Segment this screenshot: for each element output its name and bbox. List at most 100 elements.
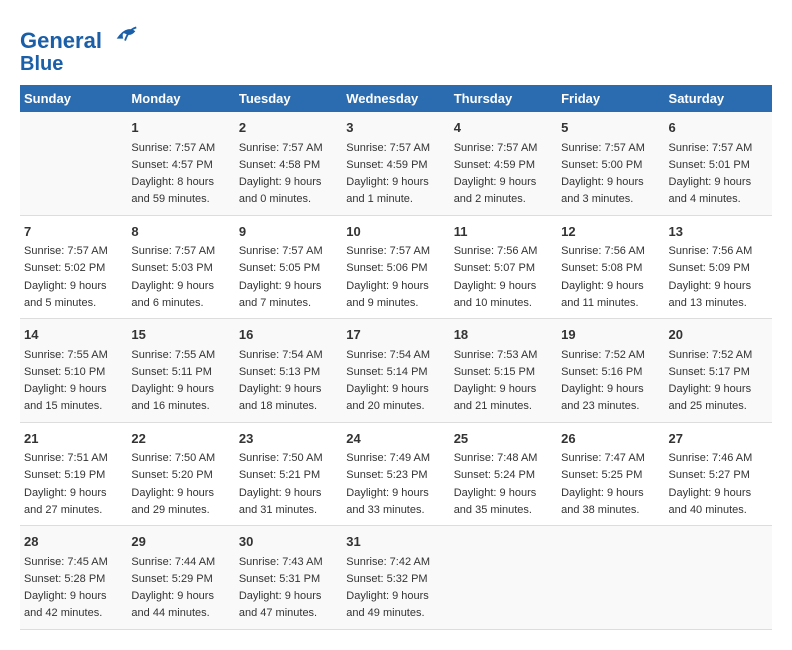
- sunset-text: Sunset: 5:01 PM: [669, 159, 750, 171]
- sunrise-text: Sunrise: 7:54 AM: [239, 349, 323, 361]
- week-row-2: 7 Sunrise: 7:57 AM Sunset: 5:02 PM Dayli…: [20, 215, 772, 319]
- calendar-cell: [20, 112, 127, 215]
- calendar-cell: 26 Sunrise: 7:47 AM Sunset: 5:25 PM Dayl…: [557, 422, 664, 526]
- calendar-cell: 12 Sunrise: 7:56 AM Sunset: 5:08 PM Dayl…: [557, 215, 664, 319]
- daylight-text: Daylight: 9 hours and 20 minutes.: [346, 383, 429, 412]
- sunrise-text: Sunrise: 7:56 AM: [561, 245, 645, 257]
- daylight-text: Daylight: 9 hours and 29 minutes.: [131, 487, 214, 516]
- sunset-text: Sunset: 5:21 PM: [239, 469, 320, 481]
- sunset-text: Sunset: 5:17 PM: [669, 366, 750, 378]
- sunset-text: Sunset: 5:00 PM: [561, 159, 642, 171]
- calendar-cell: 5 Sunrise: 7:57 AM Sunset: 5:00 PM Dayli…: [557, 112, 664, 215]
- calendar-cell: 6 Sunrise: 7:57 AM Sunset: 5:01 PM Dayli…: [665, 112, 772, 215]
- day-number: 30: [239, 532, 338, 552]
- sunset-text: Sunset: 5:06 PM: [346, 262, 427, 274]
- calendar-cell: 11 Sunrise: 7:56 AM Sunset: 5:07 PM Dayl…: [450, 215, 557, 319]
- sunrise-text: Sunrise: 7:55 AM: [131, 349, 215, 361]
- sunset-text: Sunset: 5:16 PM: [561, 366, 642, 378]
- daylight-text: Daylight: 9 hours and 4 minutes.: [669, 176, 752, 205]
- sunrise-text: Sunrise: 7:51 AM: [24, 452, 108, 464]
- sunset-text: Sunset: 5:14 PM: [346, 366, 427, 378]
- day-number: 17: [346, 325, 445, 345]
- sunrise-text: Sunrise: 7:57 AM: [346, 142, 430, 154]
- sunset-text: Sunset: 4:59 PM: [454, 159, 535, 171]
- daylight-text: Daylight: 9 hours and 44 minutes.: [131, 590, 214, 619]
- daylight-text: Daylight: 9 hours and 42 minutes.: [24, 590, 107, 619]
- week-row-3: 14 Sunrise: 7:55 AM Sunset: 5:10 PM Dayl…: [20, 319, 772, 423]
- daylight-text: Daylight: 9 hours and 38 minutes.: [561, 487, 644, 516]
- sunrise-text: Sunrise: 7:56 AM: [669, 245, 753, 257]
- sunset-text: Sunset: 5:11 PM: [131, 366, 212, 378]
- calendar-cell: 2 Sunrise: 7:57 AM Sunset: 4:58 PM Dayli…: [235, 112, 342, 215]
- sunrise-text: Sunrise: 7:50 AM: [239, 452, 323, 464]
- calendar-cell: [665, 526, 772, 630]
- logo: General Blue: [20, 20, 140, 75]
- daylight-text: Daylight: 9 hours and 6 minutes.: [131, 280, 214, 309]
- daylight-text: Daylight: 9 hours and 40 minutes.: [669, 487, 752, 516]
- day-number: 27: [669, 429, 768, 449]
- day-number: 26: [561, 429, 660, 449]
- sunrise-text: Sunrise: 7:57 AM: [131, 142, 215, 154]
- sunset-text: Sunset: 5:08 PM: [561, 262, 642, 274]
- sunset-text: Sunset: 4:57 PM: [131, 159, 212, 171]
- day-number: 19: [561, 325, 660, 345]
- daylight-text: Daylight: 9 hours and 7 minutes.: [239, 280, 322, 309]
- calendar-cell: 25 Sunrise: 7:48 AM Sunset: 5:24 PM Dayl…: [450, 422, 557, 526]
- sunset-text: Sunset: 5:19 PM: [24, 469, 105, 481]
- sunrise-text: Sunrise: 7:44 AM: [131, 556, 215, 568]
- sunrise-text: Sunrise: 7:46 AM: [669, 452, 753, 464]
- sunrise-text: Sunrise: 7:43 AM: [239, 556, 323, 568]
- calendar-cell: 4 Sunrise: 7:57 AM Sunset: 4:59 PM Dayli…: [450, 112, 557, 215]
- sunset-text: Sunset: 5:23 PM: [346, 469, 427, 481]
- calendar-cell: 3 Sunrise: 7:57 AM Sunset: 4:59 PM Dayli…: [342, 112, 449, 215]
- sunrise-text: Sunrise: 7:53 AM: [454, 349, 538, 361]
- sunset-text: Sunset: 5:32 PM: [346, 573, 427, 585]
- day-number: 24: [346, 429, 445, 449]
- day-number: 12: [561, 222, 660, 242]
- col-header-friday: Friday: [557, 85, 664, 112]
- calendar-cell: 30 Sunrise: 7:43 AM Sunset: 5:31 PM Dayl…: [235, 526, 342, 630]
- col-header-thursday: Thursday: [450, 85, 557, 112]
- calendar-cell: 24 Sunrise: 7:49 AM Sunset: 5:23 PM Dayl…: [342, 422, 449, 526]
- col-header-tuesday: Tuesday: [235, 85, 342, 112]
- sunrise-text: Sunrise: 7:57 AM: [454, 142, 538, 154]
- logo-general: General: [20, 28, 102, 53]
- col-header-wednesday: Wednesday: [342, 85, 449, 112]
- sunset-text: Sunset: 5:31 PM: [239, 573, 320, 585]
- calendar-cell: 16 Sunrise: 7:54 AM Sunset: 5:13 PM Dayl…: [235, 319, 342, 423]
- day-number: 11: [454, 222, 553, 242]
- calendar-cell: 20 Sunrise: 7:52 AM Sunset: 5:17 PM Dayl…: [665, 319, 772, 423]
- sunset-text: Sunset: 5:15 PM: [454, 366, 535, 378]
- col-header-saturday: Saturday: [665, 85, 772, 112]
- week-row-5: 28 Sunrise: 7:45 AM Sunset: 5:28 PM Dayl…: [20, 526, 772, 630]
- daylight-text: Daylight: 9 hours and 16 minutes.: [131, 383, 214, 412]
- sunrise-text: Sunrise: 7:45 AM: [24, 556, 108, 568]
- calendar-cell: 29 Sunrise: 7:44 AM Sunset: 5:29 PM Dayl…: [127, 526, 234, 630]
- daylight-text: Daylight: 9 hours and 15 minutes.: [24, 383, 107, 412]
- sunset-text: Sunset: 5:27 PM: [669, 469, 750, 481]
- calendar-cell: 17 Sunrise: 7:54 AM Sunset: 5:14 PM Dayl…: [342, 319, 449, 423]
- sunset-text: Sunset: 5:09 PM: [669, 262, 750, 274]
- day-number: 2: [239, 118, 338, 138]
- calendar-cell: 27 Sunrise: 7:46 AM Sunset: 5:27 PM Dayl…: [665, 422, 772, 526]
- sunrise-text: Sunrise: 7:57 AM: [669, 142, 753, 154]
- day-number: 28: [24, 532, 123, 552]
- calendar-cell: 22 Sunrise: 7:50 AM Sunset: 5:20 PM Dayl…: [127, 422, 234, 526]
- day-number: 21: [24, 429, 123, 449]
- sunrise-text: Sunrise: 7:55 AM: [24, 349, 108, 361]
- sunset-text: Sunset: 5:25 PM: [561, 469, 642, 481]
- sunset-text: Sunset: 5:29 PM: [131, 573, 212, 585]
- sunset-text: Sunset: 5:07 PM: [454, 262, 535, 274]
- day-number: 22: [131, 429, 230, 449]
- daylight-text: Daylight: 9 hours and 5 minutes.: [24, 280, 107, 309]
- day-number: 4: [454, 118, 553, 138]
- calendar-cell: 28 Sunrise: 7:45 AM Sunset: 5:28 PM Dayl…: [20, 526, 127, 630]
- sunset-text: Sunset: 5:20 PM: [131, 469, 212, 481]
- daylight-text: Daylight: 9 hours and 25 minutes.: [669, 383, 752, 412]
- daylight-text: Daylight: 9 hours and 13 minutes.: [669, 280, 752, 309]
- daylight-text: Daylight: 9 hours and 49 minutes.: [346, 590, 429, 619]
- week-row-1: 1 Sunrise: 7:57 AM Sunset: 4:57 PM Dayli…: [20, 112, 772, 215]
- calendar-cell: 7 Sunrise: 7:57 AM Sunset: 5:02 PM Dayli…: [20, 215, 127, 319]
- daylight-text: Daylight: 9 hours and 35 minutes.: [454, 487, 537, 516]
- day-number: 31: [346, 532, 445, 552]
